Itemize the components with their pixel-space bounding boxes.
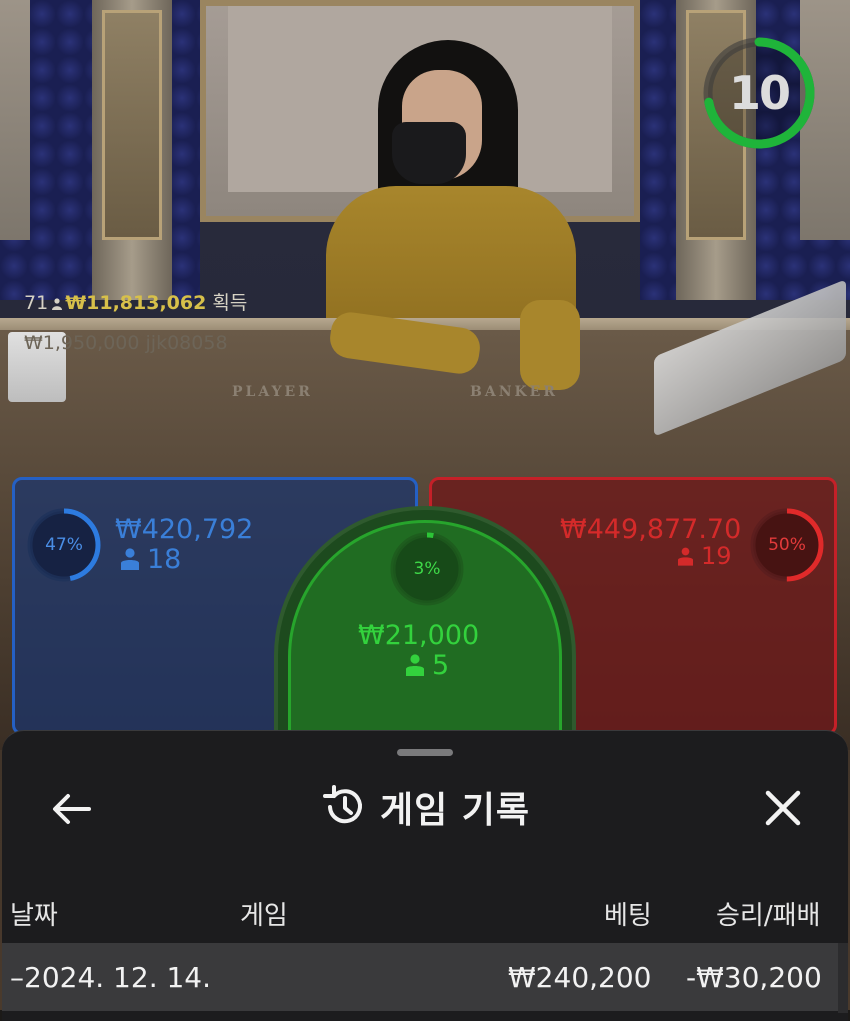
- person-icon: [121, 548, 139, 570]
- sheet-title: 게임 기록: [379, 790, 530, 831]
- player-bet-amount: ₩420,792: [115, 514, 254, 545]
- table-label-banker: BANKER: [470, 384, 558, 400]
- side-panel-left: [0, 0, 30, 240]
- winner-rank: 71: [24, 292, 49, 314]
- person-icon: [52, 298, 63, 310]
- big-winner-banner: 71 ₩11,813,062 획득: [24, 288, 247, 315]
- banker-bettors: 19: [701, 542, 732, 570]
- table-label-player: PLAYER: [232, 384, 313, 400]
- timer-seconds: 10: [728, 66, 791, 120]
- close-button[interactable]: [758, 783, 808, 833]
- sheet-header: 게임 기록: [2, 779, 848, 835]
- player-percent-ring: 47%: [25, 506, 103, 584]
- winner-amount: ₩11,813,062: [65, 292, 207, 314]
- banker-bet-amount: ₩449,877.70: [560, 514, 742, 545]
- person-icon: [678, 547, 693, 566]
- player-bettor-count: 18: [121, 544, 181, 575]
- tie-bet-amount: ₩21,000: [358, 620, 480, 651]
- close-icon: [765, 790, 801, 826]
- player-bettors: 18: [147, 544, 182, 575]
- countdown-timer: 10: [700, 34, 818, 152]
- row-date: –2024. 12. 14.: [10, 961, 212, 994]
- person-icon: [406, 654, 424, 676]
- table-row[interactable]: –2024. 12. 14. ₩240,200 -₩30,200: [2, 943, 848, 1011]
- tie-bettors: 5: [432, 650, 450, 681]
- row-win-loss: -₩30,200: [686, 961, 822, 994]
- row-bet: ₩240,200: [508, 961, 652, 994]
- tie-percent-ring: 3%: [388, 530, 466, 608]
- winner-suffix: 획득: [212, 292, 248, 314]
- history-icon: [322, 785, 362, 824]
- dealer-mask: [392, 122, 466, 184]
- pillar-left: [92, 0, 172, 300]
- column-header-date[interactable]: 날짜: [10, 895, 58, 932]
- scrollbar[interactable]: [838, 943, 848, 1013]
- sheet-drag-handle[interactable]: [397, 749, 453, 756]
- banker-percent-ring: 50%: [748, 506, 826, 584]
- banker-percent: 50%: [768, 535, 806, 555]
- column-header-game[interactable]: 게임: [240, 895, 288, 932]
- banker-bettor-count: 19: [678, 542, 732, 570]
- tie-percent: 3%: [413, 559, 441, 579]
- tie-bettor-count: 5: [406, 650, 449, 681]
- game-history-sheet: 게임 기록 날짜 게임 베팅 승리/패배 –2024. 12. 14. ₩240…: [2, 730, 848, 1021]
- dealer-arm-right: [520, 300, 580, 390]
- column-header-bet[interactable]: 베팅: [604, 895, 652, 932]
- player-percent: 47%: [45, 535, 83, 555]
- bet-ticker: ₩1,950,000 jjk08058: [24, 332, 228, 354]
- column-header-win-loss[interactable]: 승리/패배: [716, 895, 820, 932]
